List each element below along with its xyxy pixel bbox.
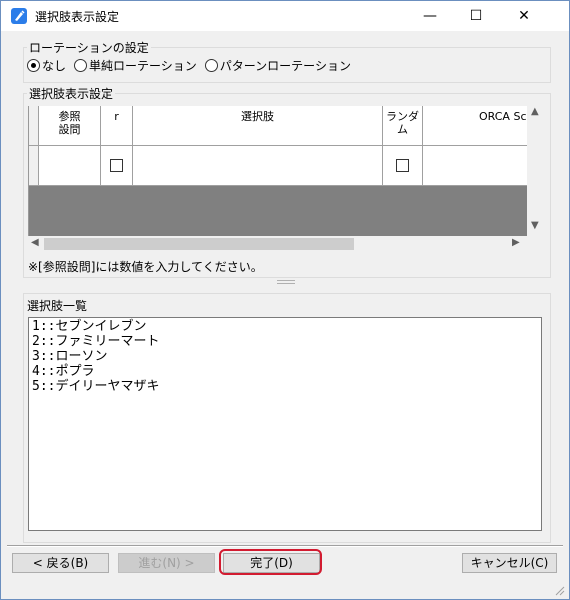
close-button[interactable]: ✕ bbox=[501, 1, 547, 31]
radio-pattern-indicator[interactable] bbox=[204, 59, 218, 72]
splitter-handle[interactable] bbox=[277, 280, 295, 284]
list-item: 3::ローソン bbox=[32, 349, 108, 364]
radio-none[interactable]: なし bbox=[27, 57, 66, 74]
list-item: 4::ポプラ bbox=[32, 364, 95, 379]
ref-question-note: ※[参照設問]には数値を入力してください。 bbox=[28, 260, 263, 274]
row-header-corner bbox=[29, 106, 39, 146]
radio-simple-label: 単純ローテーション bbox=[89, 59, 197, 73]
cancel-button[interactable]: キャンセル(C) bbox=[462, 553, 557, 573]
cell-ref-question[interactable] bbox=[39, 146, 101, 186]
radio-pattern-rotation[interactable]: パターンローテーション bbox=[204, 57, 351, 74]
r-checkbox[interactable] bbox=[110, 159, 123, 172]
button-separator bbox=[7, 545, 563, 547]
window-title: 選択肢表示設定 bbox=[35, 10, 120, 24]
radio-pattern-label: パターンローテーション bbox=[219, 59, 351, 73]
scroll-up-icon[interactable]: ▲ bbox=[531, 106, 539, 117]
cell-orca[interactable] bbox=[423, 146, 527, 186]
col-ref-question[interactable]: 参照 設問 bbox=[39, 106, 101, 146]
choice-grid[interactable]: 参照 設問 r 選択肢 ランダム ORCA Sc bbox=[28, 106, 527, 236]
app-icon bbox=[11, 8, 27, 24]
display-settings-group: 選択肢表示設定 参照 設問 r 選択肢 ランダム ORCA Sc ▲ ▼ ◀ ▶… bbox=[23, 85, 551, 278]
scroll-right-icon[interactable]: ▶ bbox=[512, 237, 520, 248]
display-group-title: 選択肢表示設定 bbox=[27, 85, 116, 102]
scroll-left-icon[interactable]: ◀ bbox=[31, 237, 39, 248]
dialog-window: 選択肢表示設定 — ☐ ✕ ローテーションの設定 なし 単純ローテーション パタ… bbox=[0, 0, 570, 600]
row-header[interactable] bbox=[29, 146, 39, 186]
col-r-label: r bbox=[114, 110, 119, 123]
list-item: 2::ファミリーマート bbox=[32, 334, 160, 349]
horizontal-scroll-thumb[interactable] bbox=[44, 238, 354, 250]
scroll-down-icon[interactable]: ▼ bbox=[531, 220, 539, 231]
col-choice[interactable]: 選択肢 bbox=[133, 106, 383, 146]
col-orca-label: ORCA Sc bbox=[479, 110, 527, 123]
cell-choice[interactable] bbox=[133, 146, 383, 186]
grid-horizontal-scrollbar[interactable]: ◀ ▶ bbox=[28, 236, 526, 252]
list-item: 5::デイリーヤマザキ bbox=[32, 379, 160, 394]
cell-random[interactable] bbox=[383, 146, 423, 186]
radio-none-indicator[interactable] bbox=[27, 59, 40, 72]
resize-grip-icon[interactable] bbox=[553, 584, 565, 596]
random-checkbox[interactable] bbox=[396, 159, 409, 172]
next-button[interactable]: 進む(N) > bbox=[118, 553, 215, 573]
col-r[interactable]: r bbox=[101, 106, 133, 146]
col-ref-label: 参照 設問 bbox=[58, 110, 81, 136]
done-highlight bbox=[219, 549, 322, 575]
radio-none-label: なし bbox=[42, 59, 67, 73]
list-item: 1::セブンイレブン bbox=[32, 319, 147, 334]
col-orca[interactable]: ORCA Sc bbox=[423, 106, 527, 146]
title-bar: 選択肢表示設定 — ☐ ✕ bbox=[1, 1, 569, 31]
col-choice-label: 選択肢 bbox=[241, 110, 274, 123]
radio-simple-rotation[interactable]: 単純ローテーション bbox=[74, 57, 197, 74]
grid-header: 参照 設問 r 選択肢 ランダム ORCA Sc bbox=[29, 106, 527, 146]
back-button[interactable]: < 戻る(B) bbox=[12, 553, 109, 573]
radio-simple-indicator[interactable] bbox=[74, 59, 88, 72]
minimize-button[interactable]: — bbox=[407, 1, 453, 31]
choice-list-label: 選択肢一覧 bbox=[27, 299, 88, 313]
col-random[interactable]: ランダム bbox=[383, 106, 423, 146]
maximize-button[interactable]: ☐ bbox=[453, 1, 499, 31]
rotation-group-title: ローテーションの設定 bbox=[27, 39, 151, 56]
rotation-group: ローテーションの設定 なし 単純ローテーション パターンローテーション bbox=[23, 39, 551, 83]
table-row[interactable] bbox=[29, 146, 527, 186]
choice-list-textarea[interactable]: 1::セブンイレブン 2::ファミリーマート 3::ローソン 4::ポプラ 5:… bbox=[28, 317, 542, 531]
cell-r[interactable] bbox=[101, 146, 133, 186]
grid-vertical-scrollbar[interactable]: ▲ ▼ bbox=[527, 106, 544, 236]
col-random-label: ランダム bbox=[386, 110, 419, 136]
